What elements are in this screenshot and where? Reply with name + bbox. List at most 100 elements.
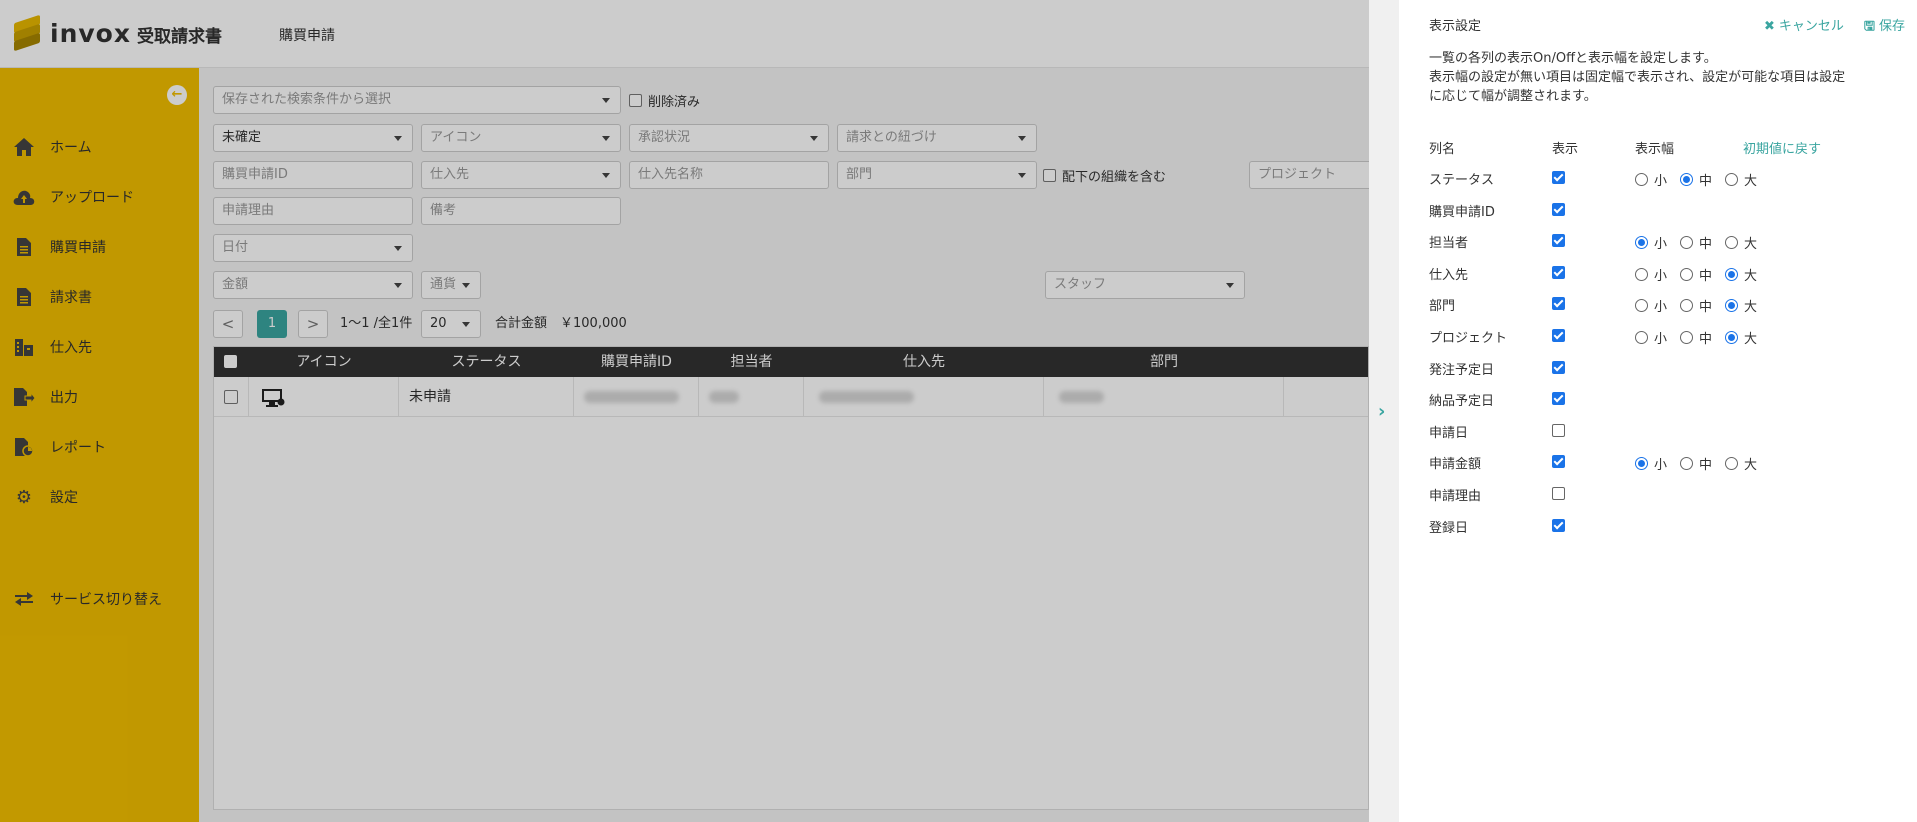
radio-label: 中 — [1699, 268, 1713, 284]
app-background: invox 受取請求書 購買申請 ← ホーム アップロード 購買申請 請求書 仕… — [0, 0, 1369, 822]
col-name-header: 列名 — [1429, 142, 1456, 157]
column-setting-row: 納品予定日 — [1399, 383, 1917, 414]
show-column-checkbox[interactable] — [1552, 392, 1565, 406]
display-settings-panel: 表示設定 ✖ キャンセル 🖫 保存 一覧の各列の表示On/Offと表示幅を設定します… — [1399, 0, 1917, 822]
show-column-checkbox[interactable] — [1552, 423, 1565, 437]
column-setting-name: 申請金額 — [1429, 457, 1482, 473]
width-radio-medium[interactable]: 中 — [1680, 265, 1712, 284]
show-column-checkbox[interactable] — [1552, 455, 1565, 469]
radio-label: 中 — [1699, 174, 1713, 189]
column-setting-row: 申請金額 小 中 大 — [1399, 446, 1917, 477]
save-label: 保存 — [1878, 19, 1905, 34]
col-width-header: 表示幅 — [1635, 142, 1675, 157]
column-setting-row: 発注予定日 — [1399, 352, 1917, 383]
description-line: 一覧の各列の表示On/Offと表示幅を設定します。 — [1429, 51, 1717, 66]
show-column-checkbox[interactable] — [1552, 265, 1565, 279]
radio-dot — [1635, 173, 1648, 186]
column-setting-row: プロジェクト 小 中 大 — [1399, 320, 1917, 351]
width-radio-medium[interactable]: 中 — [1680, 454, 1712, 473]
width-radio-large[interactable]: 大 — [1725, 265, 1757, 284]
show-column-checkbox[interactable] — [1552, 487, 1565, 500]
column-setting-row: ステータス 小 中 大 — [1399, 162, 1917, 193]
radio-label: 小 — [1654, 268, 1668, 284]
column-setting-row: 仕入先 小 中 大 — [1399, 257, 1917, 288]
width-radio-small[interactable]: 小 — [1635, 233, 1667, 252]
width-radio-small[interactable]: 小 — [1635, 328, 1667, 347]
save-icon: 🖫 — [1863, 19, 1875, 34]
panel-actions: ✖ キャンセル 🖫 保存 — [1764, 15, 1905, 39]
radio-label: 小 — [1654, 458, 1668, 474]
show-column-checkbox[interactable] — [1552, 297, 1565, 311]
radio-dot — [1725, 173, 1738, 186]
radio-label: 大 — [1744, 268, 1758, 284]
column-setting-name: 納品予定日 — [1429, 394, 1495, 410]
radio-label: 小 — [1654, 174, 1668, 189]
show-column-checkbox[interactable] — [1552, 202, 1565, 216]
radio-dot — [1680, 299, 1693, 313]
radio-label: 中 — [1699, 458, 1713, 474]
description-line: に応じて幅が調整されます。 — [1429, 89, 1597, 104]
radio-label: 中 — [1699, 237, 1713, 253]
description-line: 表示幅の設定が無い項目は固定幅で表示され、設定が可能な項目は設定 — [1429, 70, 1846, 85]
close-icon: ✖ — [1763, 19, 1775, 34]
width-radio-large[interactable]: 大 — [1725, 170, 1757, 189]
show-column-checkbox[interactable] — [1552, 329, 1565, 342]
show-column-checkbox[interactable] — [1552, 518, 1565, 532]
radio-dot — [1635, 299, 1648, 313]
column-setting-row: 登録日 — [1399, 510, 1917, 541]
width-radio-large[interactable]: 大 — [1725, 454, 1757, 473]
column-setting-row: 申請日 — [1399, 415, 1917, 446]
cancel-button[interactable]: ✖ キャンセル — [1764, 15, 1844, 39]
show-column-checkbox[interactable] — [1552, 171, 1565, 184]
col-show-header: 表示 — [1552, 142, 1579, 157]
show-column-checkbox[interactable] — [1552, 360, 1565, 374]
radio-dot — [1725, 236, 1738, 250]
column-setting-name: 購買申請ID — [1429, 204, 1495, 220]
width-radio-small[interactable]: 小 — [1635, 265, 1667, 284]
panel-title: 表示設定 — [1429, 19, 1482, 34]
radio-dot — [1725, 457, 1738, 471]
column-setting-name: 部門 — [1429, 299, 1456, 315]
width-radio-medium[interactable]: 中 — [1680, 170, 1712, 189]
radio-label: 大 — [1744, 237, 1758, 253]
show-column-checkbox[interactable] — [1552, 234, 1565, 248]
radio-dot — [1725, 267, 1738, 281]
chevron-right-icon[interactable]: › — [1378, 401, 1385, 422]
radio-dot — [1725, 299, 1738, 313]
panel-gutter: › — [1369, 0, 1399, 822]
radio-dot — [1635, 267, 1648, 281]
column-setting-row: 購買申請ID — [1399, 194, 1917, 225]
radio-label: 中 — [1699, 332, 1713, 347]
column-setting-name: 仕入先 — [1429, 267, 1469, 283]
radio-label: 大 — [1744, 300, 1758, 316]
column-setting-name: プロジェクト — [1429, 331, 1508, 346]
modal-overlay[interactable] — [0, 0, 1369, 822]
width-radio-small[interactable]: 小 — [1635, 170, 1667, 189]
column-setting-name: 申請理由 — [1429, 489, 1482, 504]
width-radio-large[interactable]: 大 — [1725, 328, 1757, 347]
column-setting-name: 登録日 — [1429, 520, 1469, 536]
save-button[interactable]: 🖫 保存 — [1864, 15, 1905, 39]
width-radio-medium[interactable]: 中 — [1680, 233, 1712, 252]
reset-defaults-link[interactable]: 初期値に戻す — [1743, 138, 1821, 157]
width-radio-large[interactable]: 大 — [1725, 233, 1757, 252]
width-radio-medium[interactable]: 中 — [1680, 296, 1712, 315]
column-setting-name: ステータス — [1429, 173, 1495, 188]
radio-label: 大 — [1744, 458, 1758, 474]
radio-dot — [1680, 236, 1693, 250]
width-radio-large[interactable]: 大 — [1725, 296, 1757, 315]
radio-label: 小 — [1654, 300, 1668, 316]
radio-label: 大 — [1744, 332, 1758, 347]
column-setting-name: 申請日 — [1429, 425, 1469, 441]
width-radio-small[interactable]: 小 — [1635, 296, 1667, 315]
radio-label: 大 — [1744, 174, 1758, 189]
radio-dot — [1635, 236, 1648, 250]
width-radio-medium[interactable]: 中 — [1680, 328, 1712, 347]
radio-label: 小 — [1654, 332, 1668, 347]
radio-dot — [1635, 331, 1648, 344]
radio-dot — [1680, 331, 1693, 344]
radio-dot — [1680, 173, 1693, 186]
width-radio-small[interactable]: 小 — [1635, 454, 1667, 473]
column-setting-name: 発注予定日 — [1429, 362, 1495, 378]
radio-dot — [1725, 331, 1738, 344]
